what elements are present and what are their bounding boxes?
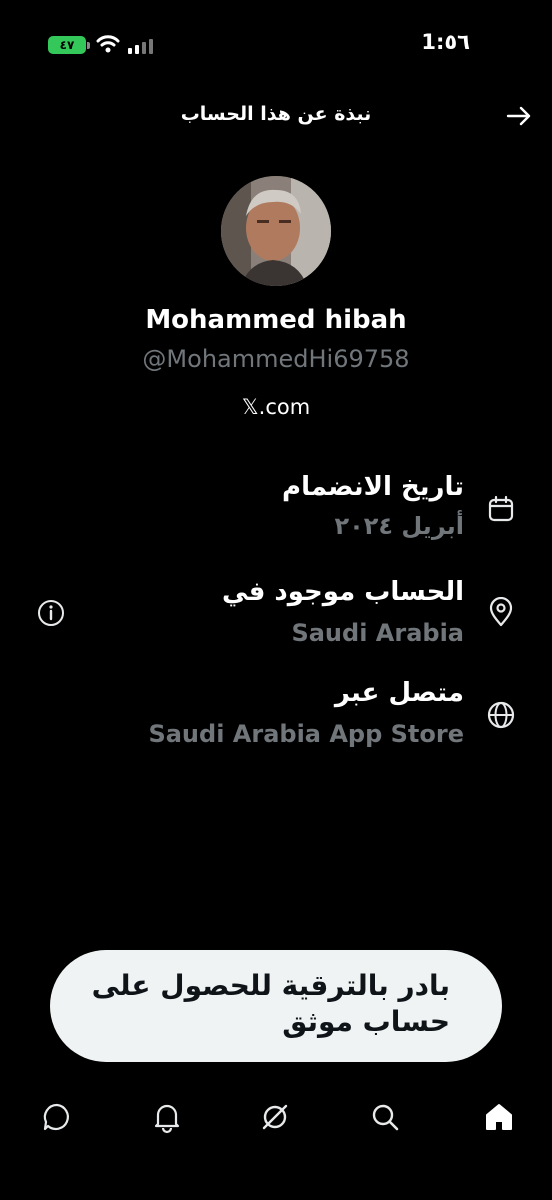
status-time: 1:٥٦ bbox=[421, 30, 470, 54]
bottom-nav bbox=[0, 1090, 552, 1150]
upgrade-label: بادر بالترقية للحصول على حساب موثق bbox=[91, 969, 450, 1038]
info-icon[interactable] bbox=[37, 599, 65, 627]
info-row-connected-via: متصل عبر Saudi Arabia App Store bbox=[0, 678, 552, 768]
status-bar: ٤٧ 1:٥٦ bbox=[0, 0, 552, 90]
location-pin-icon bbox=[489, 597, 513, 627]
back-arrow-icon[interactable] bbox=[504, 101, 534, 131]
home-icon[interactable] bbox=[482, 1100, 516, 1134]
signal-icon bbox=[128, 39, 153, 54]
info-title: تاريخ الانضمام bbox=[282, 472, 464, 502]
battery-level: ٤٧ bbox=[59, 38, 75, 52]
site-label: 𝕏.com bbox=[241, 395, 311, 419]
info-title: الحساب موجود في bbox=[222, 577, 464, 607]
info-value: أبريل ٢٠٢٤ bbox=[334, 512, 464, 540]
page-title: نبذة عن هذا الحساب bbox=[180, 103, 372, 125]
battery-indicator: ٤٧ bbox=[48, 36, 86, 54]
avatar-photo bbox=[221, 176, 331, 286]
info-row-location: الحساب موجود في Saudi Arabia bbox=[0, 575, 552, 665]
grok-icon[interactable] bbox=[258, 1100, 292, 1134]
calendar-icon bbox=[488, 495, 514, 522]
info-title: متصل عبر bbox=[334, 678, 464, 708]
notifications-icon[interactable] bbox=[150, 1100, 184, 1134]
messages-icon[interactable] bbox=[40, 1100, 74, 1134]
globe-icon bbox=[487, 701, 515, 729]
info-row-join-date: تاريخ الانضمام أبريل ٢٠٢٤ bbox=[0, 470, 552, 560]
battery-cap bbox=[87, 42, 90, 49]
search-icon[interactable] bbox=[368, 1100, 402, 1134]
upgrade-verified-button[interactable]: بادر بالترقية للحصول على حساب موثق bbox=[50, 950, 502, 1062]
info-value: Saudi Arabia App Store bbox=[148, 720, 464, 748]
username-handle: @MohammedHi69758 bbox=[142, 345, 410, 373]
info-value: Saudi Arabia bbox=[291, 619, 464, 647]
wifi-icon bbox=[96, 35, 120, 53]
avatar[interactable] bbox=[221, 176, 331, 286]
display-name: Mohammed hibah bbox=[145, 305, 407, 335]
header: نبذة عن هذا الحساب bbox=[0, 95, 552, 135]
